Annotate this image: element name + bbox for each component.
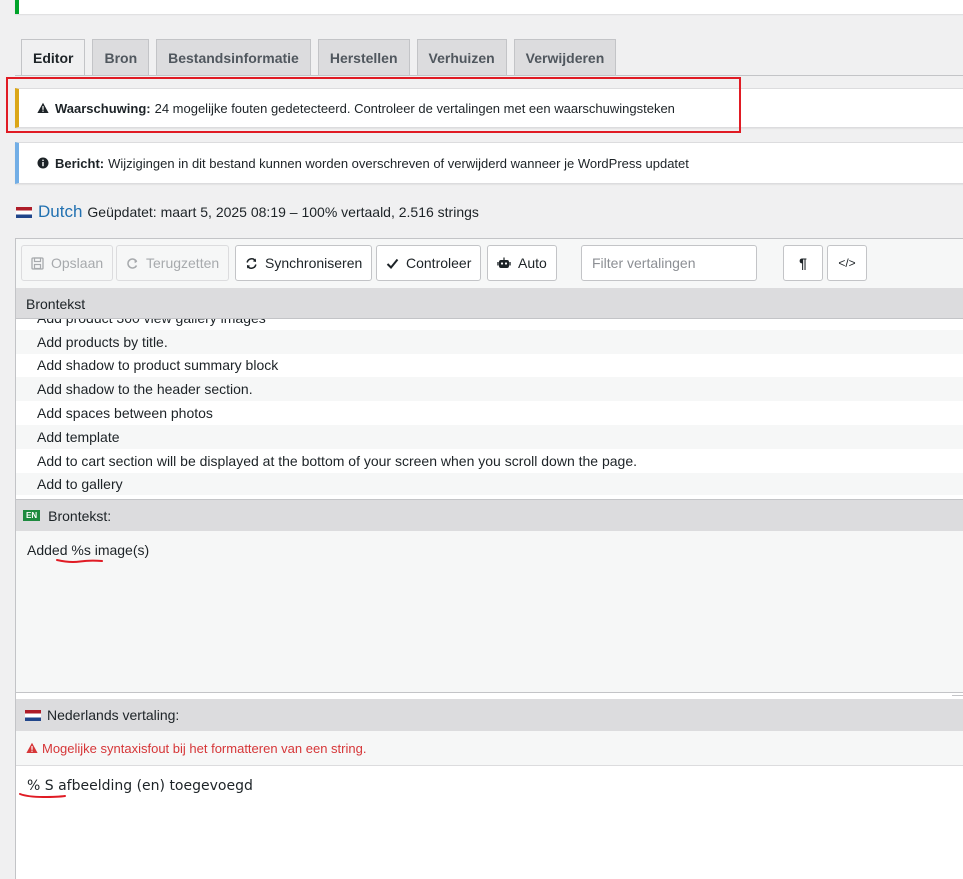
list-item[interactable]: Add to cart section will be displayed at… — [16, 449, 963, 473]
translation-heading: Nederlands vertaling: — [16, 699, 963, 731]
revert-icon — [126, 257, 139, 270]
tab-herstellen[interactable]: Herstellen — [317, 39, 410, 75]
strings-list: Add product 360 view gallery images Add … — [16, 319, 963, 495]
error-text: Mogelijke syntaxisfout bij het formatter… — [42, 740, 367, 756]
source-column-header[interactable]: Brontekst — [16, 289, 963, 319]
translation-editor: Opslaan Terugzetten Synchroniseren Contr… — [15, 238, 963, 879]
list-item[interactable]: Add shadow to product summary block — [16, 354, 963, 378]
source-text-heading: EN Brontekst: — [16, 499, 963, 531]
language-name[interactable]: Dutch — [38, 202, 82, 222]
language-status: Geüpdatet: maart 5, 2025 08:19 – 100% ve… — [87, 204, 479, 220]
save-label: Opslaan — [51, 255, 104, 271]
info-icon — [37, 157, 49, 169]
checkmark-icon — [386, 257, 399, 270]
auto-translate-button[interactable]: Auto — [487, 245, 557, 281]
resize-handle[interactable] — [952, 692, 963, 696]
auto-label: Auto — [518, 255, 547, 271]
syntax-error-message: Mogelijke syntaxisfout bij het formatter… — [16, 731, 963, 765]
list-item[interactable]: Add product 360 view gallery images — [16, 319, 963, 330]
save-icon — [31, 256, 44, 270]
tab-bestandsinformatie[interactable]: Bestandsinformatie — [156, 39, 311, 75]
info-text: Wijzigingen in dit bestand kunnen worden… — [108, 155, 689, 171]
tabs-divider — [15, 75, 963, 76]
dutch-flag-icon — [16, 206, 32, 218]
list-item[interactable]: Add spaces between photos — [16, 401, 963, 425]
info-label: Bericht: — [55, 155, 105, 171]
error-warning-icon — [26, 742, 38, 754]
sync-button[interactable]: Synchroniseren — [235, 245, 373, 281]
annotation-underline-source — [56, 559, 103, 563]
filter-translations-input[interactable] — [581, 245, 757, 281]
en-flag-icon: EN — [23, 510, 41, 521]
list-item[interactable]: Add shadow to the header section. — [16, 377, 963, 402]
annotation-highlight-box — [6, 77, 741, 133]
robot-icon — [497, 257, 511, 270]
sync-label: Synchroniseren — [265, 255, 363, 271]
source-text-box: Added %s image(s) — [16, 531, 963, 693]
sync-icon — [245, 257, 258, 270]
tab-verhuizen[interactable]: Verhuizen — [416, 39, 507, 75]
annotation-underline-translation — [19, 793, 66, 799]
tab-bron[interactable]: Bron — [92, 39, 150, 75]
translation-textarea[interactable]: % S afbeelding (en) toegevoegd — [16, 765, 963, 879]
check-label: Controleer — [406, 255, 472, 271]
revert-button[interactable]: Terugzetten — [116, 245, 230, 281]
list-item[interactable]: Add to gallery — [16, 472, 963, 495]
dutch-flag-icon — [25, 709, 41, 721]
revert-label: Terugzetten — [146, 255, 220, 271]
code-view-toggle-button[interactable]: </> — [827, 245, 867, 281]
save-button[interactable]: Opslaan — [21, 245, 114, 281]
list-item[interactable]: Add products by title. — [16, 329, 963, 354]
source-text-label: Brontekst: — [48, 507, 112, 524]
editor-tabs: Editor Bron Bestandsinformatie Herstelle… — [21, 39, 617, 76]
pilcrow-toggle-button[interactable]: ¶ — [783, 245, 823, 281]
tab-editor[interactable]: Editor — [21, 39, 86, 76]
language-heading: Dutch Geüpdatet: maart 5, 2025 08:19 – 1… — [16, 202, 479, 222]
editor-toolbar: Opslaan Terugzetten Synchroniseren Contr… — [16, 239, 963, 289]
list-item[interactable]: Add template — [16, 424, 963, 449]
tab-verwijderen[interactable]: Verwijderen — [513, 39, 617, 75]
top-success-notice — [15, 0, 963, 14]
check-button[interactable]: Controleer — [376, 245, 482, 281]
info-notice: Bericht: Wijzigingen in dit bestand kunn… — [15, 142, 963, 184]
translation-label: Nederlands vertaling: — [47, 707, 180, 723]
